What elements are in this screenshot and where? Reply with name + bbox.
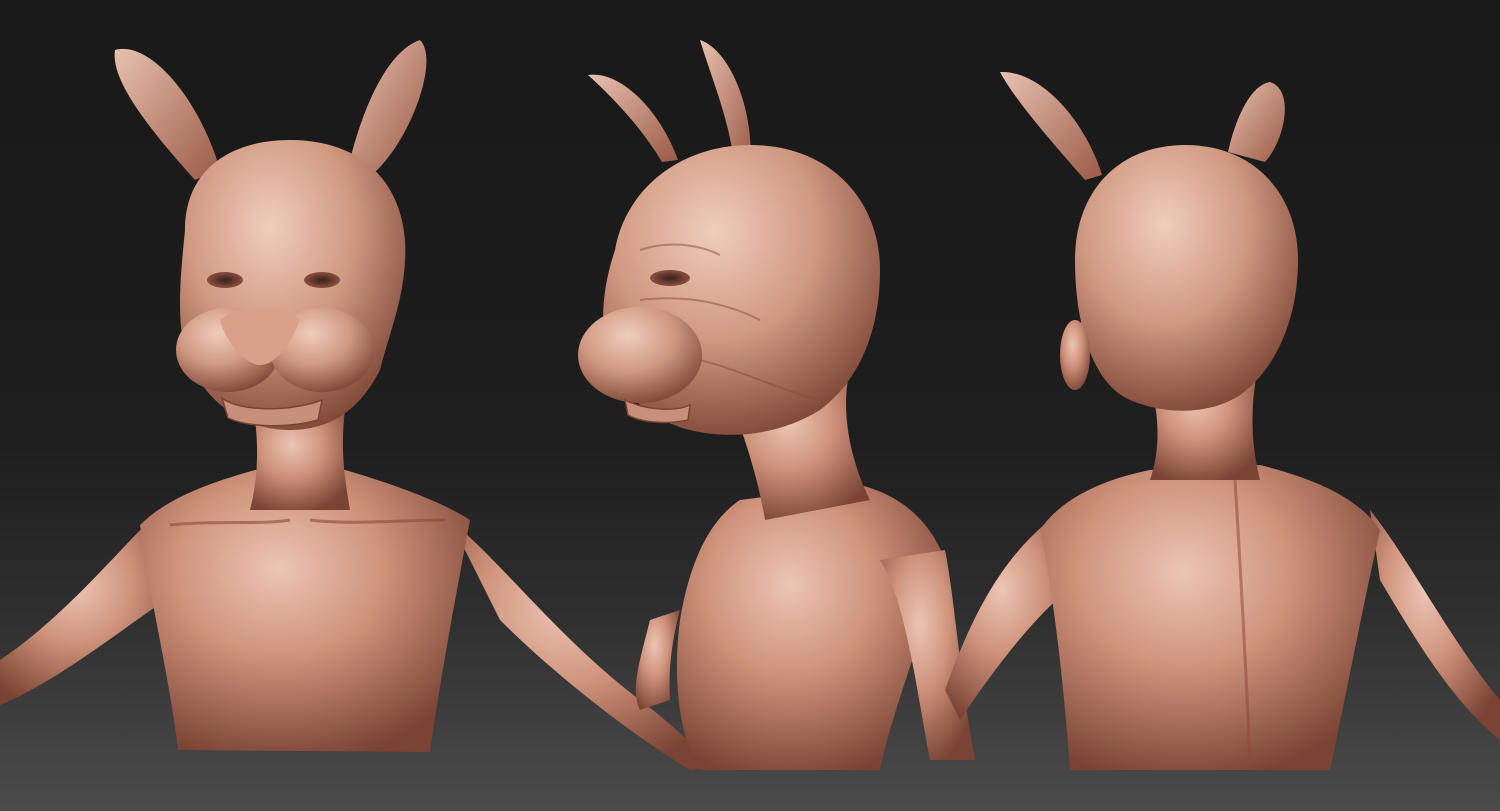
- back-left-ear: [1000, 71, 1102, 180]
- tq-eye: [650, 270, 690, 286]
- front-right-ear: [350, 40, 427, 172]
- front-left-eye: [207, 272, 243, 288]
- back-right-ear: [1228, 82, 1285, 162]
- back-head: [1075, 145, 1298, 411]
- sculpt-render: [0, 40, 1500, 770]
- tq-left-ear: [588, 74, 678, 162]
- back-right-arm: [1370, 510, 1500, 740]
- front-left-ear: [114, 48, 220, 180]
- front-view: [0, 40, 720, 770]
- back-torso: [1040, 465, 1380, 770]
- front-right-eye: [304, 272, 340, 288]
- back-view: [945, 71, 1500, 770]
- front-torso: [140, 470, 470, 752]
- tq-left-arm: [635, 610, 680, 710]
- three-quarter-view: [578, 40, 975, 770]
- tq-muzzle: [578, 307, 702, 403]
- back-muzzle-sliver: [1060, 320, 1090, 390]
- render-viewport: [0, 0, 1500, 811]
